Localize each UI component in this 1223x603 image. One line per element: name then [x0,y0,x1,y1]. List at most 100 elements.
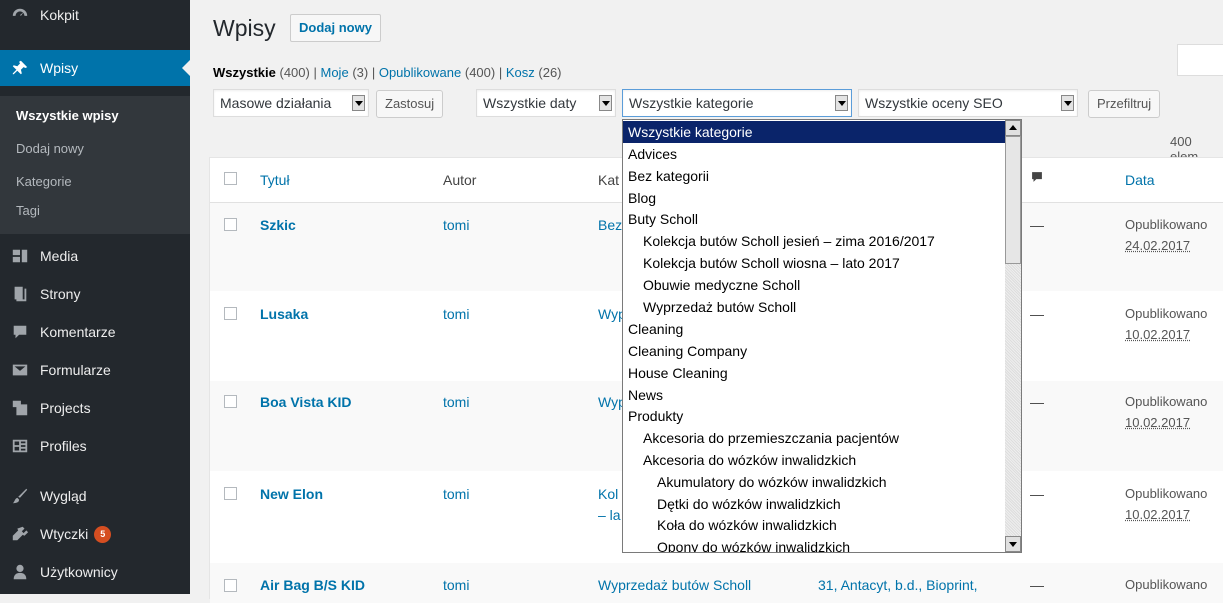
dropdown-option[interactable]: Akumulatory do wózków inwalidzkich [623,471,1021,493]
date-filter-select[interactable]: Wszystkie daty [476,89,616,117]
comment-icon [10,322,30,342]
post-category-link[interactable]: Bez [598,217,622,233]
seo-filter-value: Wszystkie oceny SEO [865,95,1003,111]
scrollbar-thumb[interactable] [1005,136,1021,264]
bulk-actions-select[interactable]: Masowe działania [213,89,369,117]
dropdown-option[interactable]: Obuwie medyczne Scholl [623,274,1021,296]
post-category-link-cont[interactable]: – la [598,507,621,523]
post-status: Opublikowano [1125,486,1208,501]
post-title-link[interactable]: Szkic [260,217,296,233]
dropdown-option[interactable]: Cleaning [623,318,1010,340]
dropdown-option[interactable]: Kolekcja butów Scholl jesień – zima 2016… [623,230,1021,252]
post-author-link[interactable]: tomi [443,486,469,502]
menu-label: Użytkownicy [40,564,118,580]
menu-item-wyglad[interactable]: Wygląd [0,478,190,514]
mail-icon [10,360,30,380]
post-author-link[interactable]: tomi [443,577,469,593]
posts-submenu: Wszystkie wpisy Dodaj nowy Kategorie Tag… [0,96,190,234]
dropdown-option[interactable]: House Cleaning [623,362,1010,384]
submenu-add-new[interactable]: Dodaj nowy [16,141,84,156]
menu-label: Media [40,248,79,264]
page-icon [10,284,30,304]
post-author-link[interactable]: tomi [443,394,469,410]
dropdown-scrollbar[interactable] [1005,120,1021,552]
apply-button[interactable]: Zastosuj [376,90,444,118]
dropdown-option-selected[interactable]: Wszystkie kategorie [623,121,1010,143]
post-status-views: Wszystkie (400) | Moje (3) | Opublikowan… [213,65,562,80]
dropdown-option[interactable]: News [623,384,1010,406]
menu-item-strony[interactable]: Strony [0,276,190,312]
post-title-link[interactable]: Boa Vista KID [260,394,352,410]
post-title-link[interactable]: Lusaka [260,306,308,322]
post-tags-link[interactable]: 31, Antacyt, b.d., Bioprint, [818,577,978,593]
dropdown-option[interactable]: Blog [623,187,1010,209]
view-all-link[interactable]: Wszystkie [213,65,276,80]
row-checkbox[interactable] [224,218,237,231]
menu-item-formularze[interactable]: Formularze [0,352,190,388]
menu-item-media[interactable]: Media [0,238,190,274]
separator: | [371,65,376,80]
add-new-button[interactable]: Dodaj nowy [290,14,381,42]
search-input[interactable] [1177,44,1223,76]
row-checkbox[interactable] [224,307,237,320]
submenu-all-posts[interactable]: Wszystkie wpisy [16,108,119,123]
menu-label: Strony [40,286,81,302]
dropdown-option[interactable]: Akcesoria do wózków inwalidzkich [623,449,1021,471]
comments-count: — [1030,306,1044,322]
scroll-up-button[interactable] [1005,120,1021,136]
dropdown-option[interactable]: Cleaning Company [623,340,1010,362]
post-status: Opublikowano [1125,394,1208,409]
menu-item-uzytkownicy[interactable]: Użytkownicy [0,554,190,590]
menu-label: Formularze [40,362,111,378]
post-title-link[interactable]: Air Bag B/S KID [260,577,365,593]
dropdown-option[interactable]: Bez kategorii [623,165,1010,187]
seo-filter-select[interactable]: Wszystkie oceny SEO [858,89,1078,117]
row-checkbox[interactable] [224,487,237,500]
category-dropdown-list[interactable]: Wszystkie kategorie Advices Bez kategori… [622,119,1022,553]
dropdown-option[interactable]: Koła do wózków inwalidzkich [623,514,1021,536]
dropdown-option[interactable]: Kolekcja butów Scholl wiosna – lato 2017 [623,252,1021,274]
post-category-link[interactable]: Kol [598,486,618,502]
post-status: Opublikowano [1125,306,1208,321]
menu-item-profiles[interactable]: Profiles [0,428,190,464]
post-category-link[interactable]: Wyprzedaż butów Scholl [598,577,751,593]
menu-item-wtyczki[interactable]: Wtyczki 5 [0,516,190,552]
view-all-count: (400) [279,65,310,80]
post-author-link[interactable]: tomi [443,217,469,233]
view-mine-link[interactable]: Moje [321,65,349,80]
row-checkbox[interactable] [224,579,237,592]
post-title-link[interactable]: New Elon [260,486,323,502]
menu-item-kokpit[interactable]: Kokpit [0,0,190,30]
select-all-checkbox[interactable] [224,172,237,185]
filter-button[interactable]: Przefiltruj [1088,90,1161,118]
view-mine-count: (3) [352,65,369,80]
dropdown-option[interactable]: Produkty [623,405,1010,427]
menu-item-komentarze[interactable]: Komentarze [0,314,190,350]
view-published-link[interactable]: Opublikowane [379,65,461,80]
submenu-tags[interactable]: Tagi [16,203,40,218]
post-date: 10.02.2017 [1125,507,1191,522]
dropdown-option[interactable]: Buty Scholl [623,208,1010,230]
menu-item-wpisy[interactable]: Wpisy [0,50,190,86]
post-status: Opublikowano [1125,217,1208,232]
post-status: Opublikowano [1125,577,1208,592]
row-checkbox[interactable] [224,395,237,408]
dropdown-option[interactable]: Akcesoria do przemieszczania pacjentów [623,427,1021,449]
scroll-down-button[interactable] [1005,536,1021,552]
view-trash-count: (26) [538,65,562,80]
view-trash-link[interactable]: Kosz [506,65,535,80]
category-filter-value: Wszystkie kategorie [629,95,754,111]
chevron-down-icon [599,95,612,111]
column-title-header[interactable]: Tytuł [260,172,290,188]
column-date-header[interactable]: Data [1125,172,1155,188]
menu-item-projects[interactable]: Projects [0,390,190,426]
submenu-categories[interactable]: Kategorie [16,174,72,189]
dropdown-option[interactable]: Dętki do wózków inwalidzkich [623,493,1021,515]
pin-icon [10,58,30,78]
dropdown-option[interactable]: Opony do wózków inwalidzkich [623,536,1021,552]
dropdown-option[interactable]: Wyprzedaż butów Scholl [623,296,1021,318]
dropdown-option[interactable]: Advices [623,143,1010,165]
category-filter-select[interactable]: Wszystkie kategorie [622,89,852,117]
post-author-link[interactable]: tomi [443,306,469,322]
post-date: 24.02.2017 [1125,238,1191,253]
